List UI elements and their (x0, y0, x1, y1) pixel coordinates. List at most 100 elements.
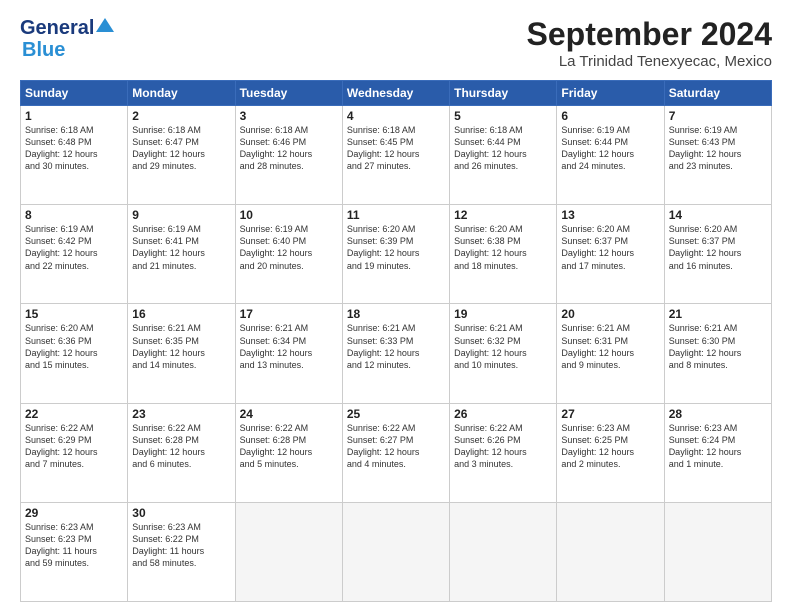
calendar-day-cell: 20Sunrise: 6:21 AMSunset: 6:31 PMDayligh… (557, 304, 664, 403)
day-number: 30 (132, 506, 230, 520)
day-number: 6 (561, 109, 659, 123)
day-number: 18 (347, 307, 445, 321)
day-info: Sunrise: 6:20 AMSunset: 6:37 PMDaylight:… (561, 223, 659, 272)
calendar-day-cell: 30Sunrise: 6:23 AMSunset: 6:22 PMDayligh… (128, 502, 235, 601)
day-info: Sunrise: 6:20 AMSunset: 6:36 PMDaylight:… (25, 322, 123, 371)
calendar-day-cell (235, 502, 342, 601)
day-number: 1 (25, 109, 123, 123)
day-info: Sunrise: 6:19 AMSunset: 6:41 PMDaylight:… (132, 223, 230, 272)
calendar-day-cell: 26Sunrise: 6:22 AMSunset: 6:26 PMDayligh… (450, 403, 557, 502)
calendar-day-cell: 22Sunrise: 6:22 AMSunset: 6:29 PMDayligh… (21, 403, 128, 502)
calendar-day-cell: 4Sunrise: 6:18 AMSunset: 6:45 PMDaylight… (342, 106, 449, 205)
day-info: Sunrise: 6:23 AMSunset: 6:24 PMDaylight:… (669, 422, 767, 471)
logo-blue: Blue (22, 39, 65, 61)
day-number: 14 (669, 208, 767, 222)
header: General Blue September 2024 La Trinidad … (20, 16, 772, 70)
day-info: Sunrise: 6:18 AMSunset: 6:44 PMDaylight:… (454, 124, 552, 173)
day-info: Sunrise: 6:18 AMSunset: 6:48 PMDaylight:… (25, 124, 123, 173)
day-info: Sunrise: 6:22 AMSunset: 6:27 PMDaylight:… (347, 422, 445, 471)
calendar-day-cell: 23Sunrise: 6:22 AMSunset: 6:28 PMDayligh… (128, 403, 235, 502)
calendar-week-row: 22Sunrise: 6:22 AMSunset: 6:29 PMDayligh… (21, 403, 772, 502)
day-info: Sunrise: 6:21 AMSunset: 6:33 PMDaylight:… (347, 322, 445, 371)
calendar-day-cell: 14Sunrise: 6:20 AMSunset: 6:37 PMDayligh… (664, 205, 771, 304)
calendar-day-cell: 6Sunrise: 6:19 AMSunset: 6:44 PMDaylight… (557, 106, 664, 205)
day-info: Sunrise: 6:22 AMSunset: 6:29 PMDaylight:… (25, 422, 123, 471)
day-number: 16 (132, 307, 230, 321)
day-info: Sunrise: 6:18 AMSunset: 6:47 PMDaylight:… (132, 124, 230, 173)
weekday-header: Tuesday (235, 81, 342, 106)
calendar-day-cell: 19Sunrise: 6:21 AMSunset: 6:32 PMDayligh… (450, 304, 557, 403)
day-info: Sunrise: 6:19 AMSunset: 6:40 PMDaylight:… (240, 223, 338, 272)
weekday-header: Wednesday (342, 81, 449, 106)
calendar-day-cell: 18Sunrise: 6:21 AMSunset: 6:33 PMDayligh… (342, 304, 449, 403)
logo-icon (96, 16, 114, 34)
day-info: Sunrise: 6:21 AMSunset: 6:31 PMDaylight:… (561, 322, 659, 371)
day-number: 15 (25, 307, 123, 321)
calendar-day-cell: 2Sunrise: 6:18 AMSunset: 6:47 PMDaylight… (128, 106, 235, 205)
calendar-day-cell (664, 502, 771, 601)
calendar-day-cell: 16Sunrise: 6:21 AMSunset: 6:35 PMDayligh… (128, 304, 235, 403)
day-info: Sunrise: 6:18 AMSunset: 6:45 PMDaylight:… (347, 124, 445, 173)
logo-general: General (20, 17, 94, 39)
calendar-day-cell: 8Sunrise: 6:19 AMSunset: 6:42 PMDaylight… (21, 205, 128, 304)
day-info: Sunrise: 6:19 AMSunset: 6:44 PMDaylight:… (561, 124, 659, 173)
day-number: 7 (669, 109, 767, 123)
day-info: Sunrise: 6:18 AMSunset: 6:46 PMDaylight:… (240, 124, 338, 173)
day-info: Sunrise: 6:21 AMSunset: 6:32 PMDaylight:… (454, 322, 552, 371)
day-info: Sunrise: 6:21 AMSunset: 6:30 PMDaylight:… (669, 322, 767, 371)
day-number: 10 (240, 208, 338, 222)
day-info: Sunrise: 6:19 AMSunset: 6:43 PMDaylight:… (669, 124, 767, 173)
calendar-day-cell: 27Sunrise: 6:23 AMSunset: 6:25 PMDayligh… (557, 403, 664, 502)
day-number: 24 (240, 407, 338, 421)
day-number: 5 (454, 109, 552, 123)
day-info: Sunrise: 6:20 AMSunset: 6:37 PMDaylight:… (669, 223, 767, 272)
weekday-header: Friday (557, 81, 664, 106)
day-info: Sunrise: 6:22 AMSunset: 6:28 PMDaylight:… (132, 422, 230, 471)
day-number: 11 (347, 208, 445, 222)
calendar-day-cell: 1Sunrise: 6:18 AMSunset: 6:48 PMDaylight… (21, 106, 128, 205)
day-number: 13 (561, 208, 659, 222)
day-info: Sunrise: 6:23 AMSunset: 6:25 PMDaylight:… (561, 422, 659, 471)
calendar-day-cell: 7Sunrise: 6:19 AMSunset: 6:43 PMDaylight… (664, 106, 771, 205)
calendar-week-row: 29Sunrise: 6:23 AMSunset: 6:23 PMDayligh… (21, 502, 772, 601)
day-info: Sunrise: 6:19 AMSunset: 6:42 PMDaylight:… (25, 223, 123, 272)
day-info: Sunrise: 6:21 AMSunset: 6:35 PMDaylight:… (132, 322, 230, 371)
calendar-day-cell: 15Sunrise: 6:20 AMSunset: 6:36 PMDayligh… (21, 304, 128, 403)
weekday-header: Saturday (664, 81, 771, 106)
day-number: 12 (454, 208, 552, 222)
calendar-day-cell: 9Sunrise: 6:19 AMSunset: 6:41 PMDaylight… (128, 205, 235, 304)
day-info: Sunrise: 6:20 AMSunset: 6:38 PMDaylight:… (454, 223, 552, 272)
day-info: Sunrise: 6:23 AMSunset: 6:22 PMDaylight:… (132, 521, 230, 570)
day-info: Sunrise: 6:22 AMSunset: 6:26 PMDaylight:… (454, 422, 552, 471)
calendar-day-cell: 3Sunrise: 6:18 AMSunset: 6:46 PMDaylight… (235, 106, 342, 205)
calendar-table: SundayMondayTuesdayWednesdayThursdayFrid… (20, 80, 772, 602)
calendar-day-cell: 12Sunrise: 6:20 AMSunset: 6:38 PMDayligh… (450, 205, 557, 304)
day-info: Sunrise: 6:23 AMSunset: 6:23 PMDaylight:… (25, 521, 123, 570)
day-number: 8 (25, 208, 123, 222)
calendar-day-cell: 28Sunrise: 6:23 AMSunset: 6:24 PMDayligh… (664, 403, 771, 502)
day-number: 20 (561, 307, 659, 321)
day-number: 4 (347, 109, 445, 123)
day-number: 17 (240, 307, 338, 321)
day-number: 2 (132, 109, 230, 123)
calendar-day-cell: 17Sunrise: 6:21 AMSunset: 6:34 PMDayligh… (235, 304, 342, 403)
page: General Blue September 2024 La Trinidad … (0, 0, 792, 612)
calendar-day-cell: 5Sunrise: 6:18 AMSunset: 6:44 PMDaylight… (450, 106, 557, 205)
calendar-day-cell (557, 502, 664, 601)
day-number: 29 (25, 506, 123, 520)
title-section: September 2024 La Trinidad Tenexyecac, M… (527, 16, 772, 70)
calendar-day-cell: 13Sunrise: 6:20 AMSunset: 6:37 PMDayligh… (557, 205, 664, 304)
calendar-day-cell: 10Sunrise: 6:19 AMSunset: 6:40 PMDayligh… (235, 205, 342, 304)
logo: General Blue (20, 16, 114, 61)
page-title: September 2024 (527, 16, 772, 53)
weekday-header: Thursday (450, 81, 557, 106)
day-number: 19 (454, 307, 552, 321)
day-number: 25 (347, 407, 445, 421)
day-info: Sunrise: 6:22 AMSunset: 6:28 PMDaylight:… (240, 422, 338, 471)
day-number: 21 (669, 307, 767, 321)
calendar-week-row: 15Sunrise: 6:20 AMSunset: 6:36 PMDayligh… (21, 304, 772, 403)
day-number: 3 (240, 109, 338, 123)
page-subtitle: La Trinidad Tenexyecac, Mexico (527, 53, 772, 70)
calendar-day-cell: 29Sunrise: 6:23 AMSunset: 6:23 PMDayligh… (21, 502, 128, 601)
day-number: 26 (454, 407, 552, 421)
